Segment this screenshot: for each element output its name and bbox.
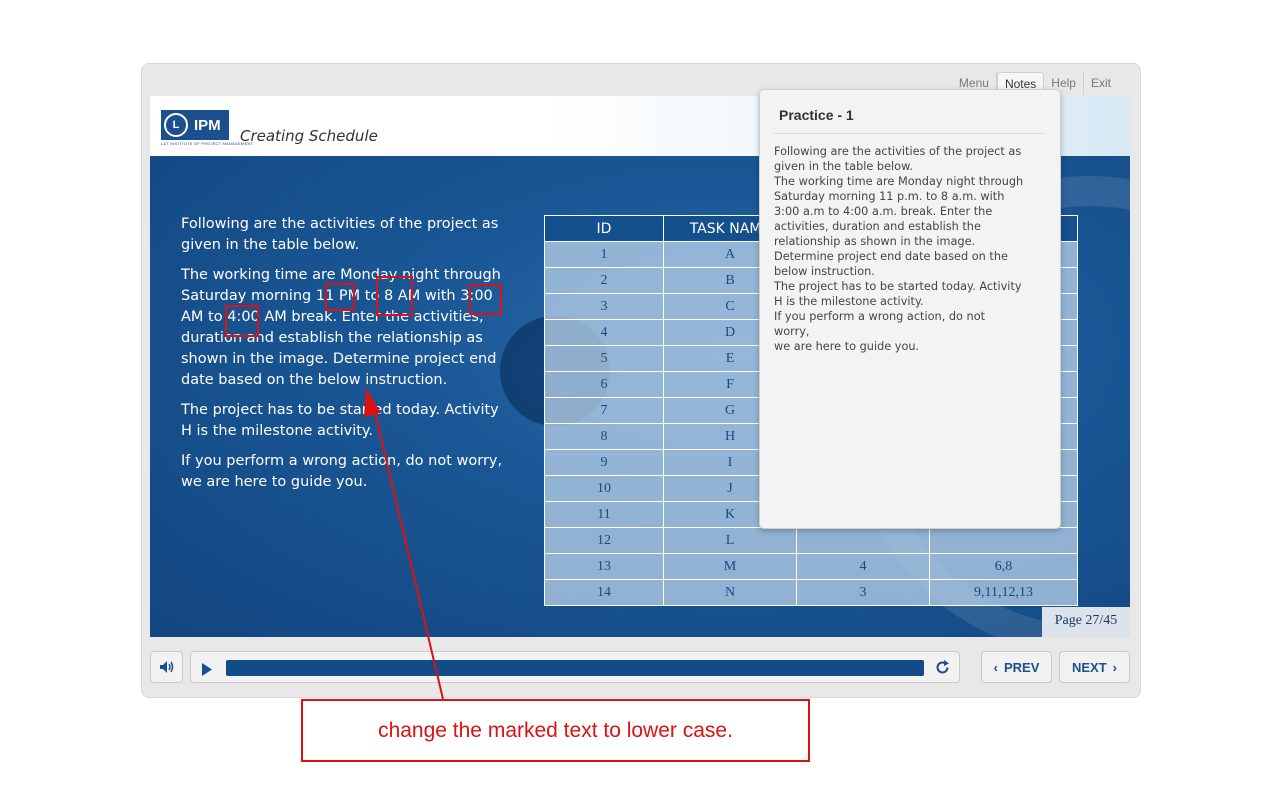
annotation-arrow	[364, 388, 444, 700]
annotation-callout: change the marked text to lower case.	[301, 699, 810, 762]
